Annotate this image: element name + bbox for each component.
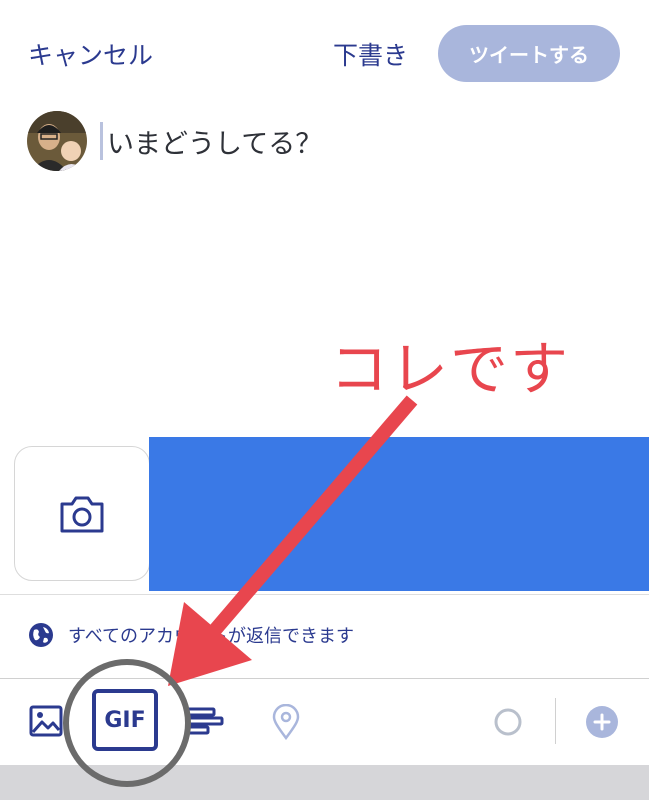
camera-icon [60,496,104,532]
add-icon [586,706,618,738]
image-icon [29,705,63,737]
avatar [27,111,87,171]
image-button[interactable] [28,703,64,739]
reply-setting-button[interactable]: すべてのアカウントが返信できます [28,620,354,650]
gif-button[interactable]: GIF [92,689,158,751]
cancel-button[interactable]: キャンセル [28,36,153,72]
gif-icon: GIF [104,707,146,733]
camera-button[interactable] [14,446,150,581]
character-count-indicator [492,706,524,738]
text-cursor [100,122,103,160]
drafts-button[interactable]: 下書き [333,36,408,72]
location-icon [272,704,300,740]
progress-circle-icon [494,708,522,736]
toolbar-separator [555,698,556,744]
tweet-button[interactable]: ツイートする [438,25,620,82]
poll-icon [186,707,224,735]
globe-icon [29,623,53,647]
recent-photos-strip[interactable] [149,437,649,591]
add-tweet-button[interactable] [585,705,619,739]
divider [0,678,649,679]
divider [0,594,649,595]
poll-button[interactable] [186,706,226,736]
tweet-text-input[interactable]: いまどうしてる？ [107,122,322,161]
annotation-label: コレです [330,335,571,403]
keyboard-area [0,765,649,800]
reply-setting-label: すべてのアカウントが返信できます [68,626,355,647]
location-button[interactable] [270,703,302,741]
